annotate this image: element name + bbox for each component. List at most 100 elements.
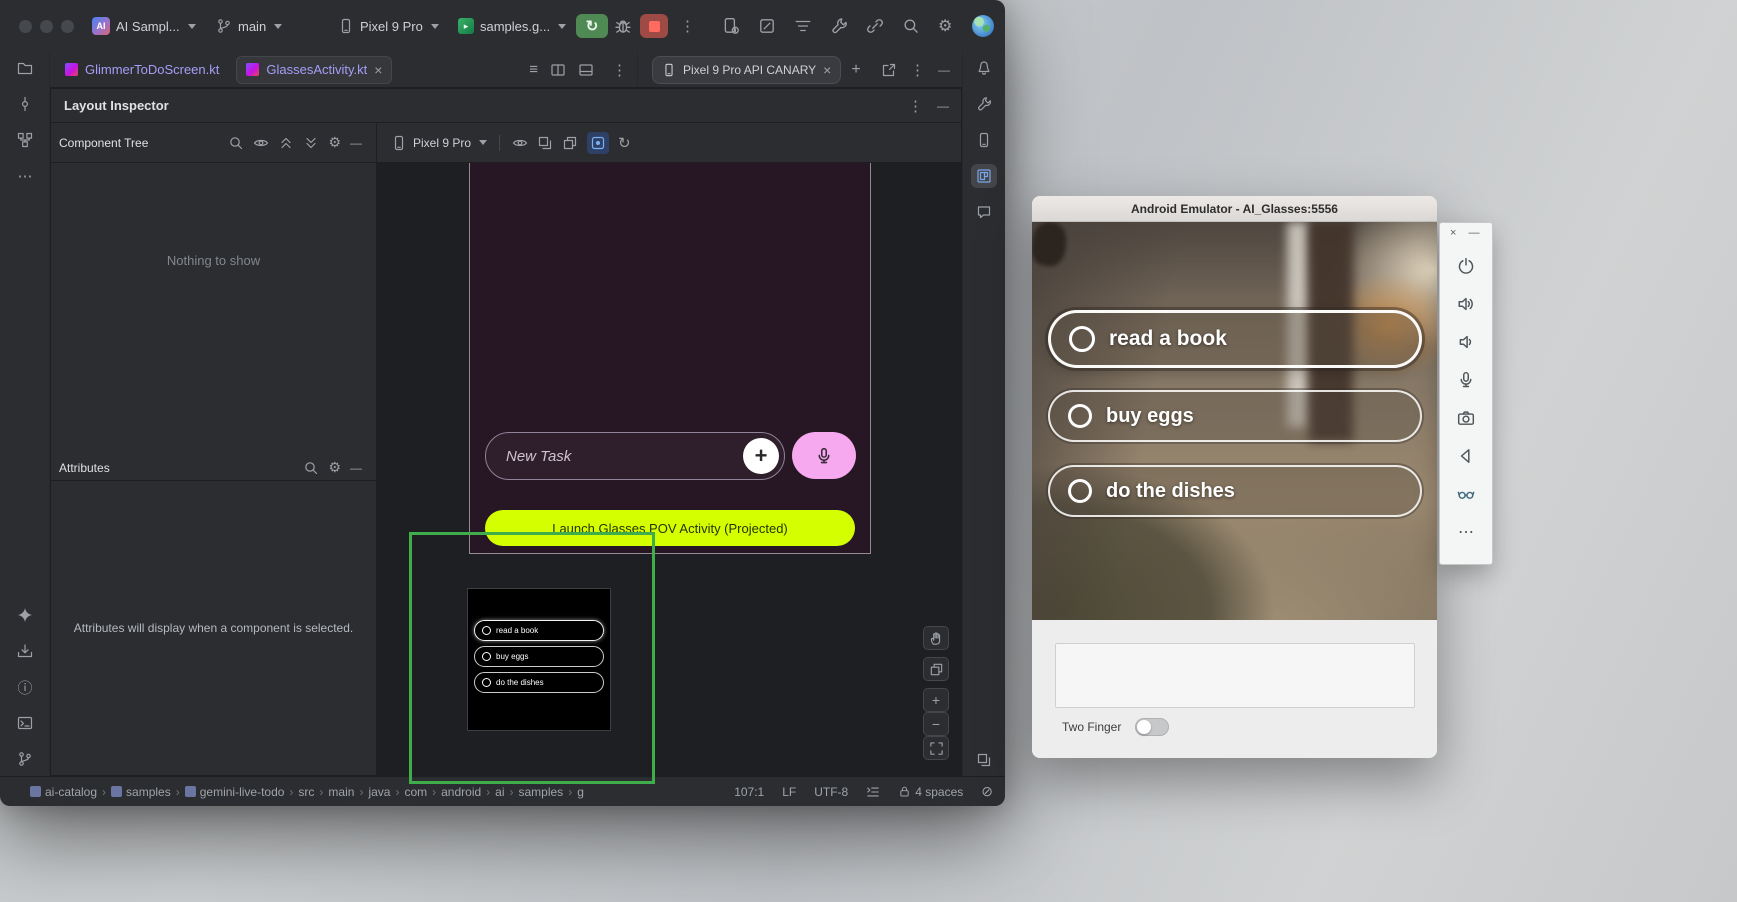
running-devices-strip-button[interactable] — [971, 748, 997, 772]
window-minimize-button[interactable] — [40, 20, 53, 33]
line-separator-widget[interactable]: LF — [782, 785, 796, 799]
editor-list-icon[interactable]: ≡ — [529, 61, 538, 78]
layout-inspector-tool-button[interactable] — [971, 164, 997, 188]
minimize-icon[interactable]: — — [937, 99, 949, 113]
project-tool-button[interactable] — [12, 56, 38, 80]
zoom-fit-button[interactable] — [923, 736, 949, 760]
close-icon[interactable]: × — [1450, 227, 1456, 239]
hide-icon[interactable]: — — [350, 461, 362, 475]
breadcrumb-item[interactable]: com — [404, 785, 427, 799]
breadcrumb-item[interactable]: samples — [111, 785, 171, 799]
gear-icon[interactable]: ⚙ — [328, 134, 341, 151]
encoding-widget[interactable]: UTF-8 — [814, 785, 848, 799]
device-selector-widget[interactable]: Pixel 9 Pro — [338, 18, 439, 34]
power-button[interactable] — [1453, 253, 1479, 279]
breadcrumb-item[interactable]: android — [441, 785, 481, 799]
feedback-tool-button[interactable] — [971, 200, 997, 224]
layers-icon[interactable] — [562, 135, 578, 151]
window-zoom-button[interactable] — [61, 20, 74, 33]
refresh-icon[interactable]: ↻ — [618, 134, 631, 152]
gradle-tool-button[interactable] — [971, 92, 997, 116]
structure-tool-button[interactable] — [12, 128, 38, 152]
microphone-button[interactable] — [1453, 367, 1479, 393]
more-vertical-icon[interactable]: ⋮ — [910, 61, 925, 79]
tab-glimmertodoscreen[interactable]: GlimmerToDoScreen.kt — [56, 56, 228, 84]
app-inspection-button[interactable] — [830, 17, 848, 35]
zoom-out-button[interactable]: − — [923, 712, 949, 736]
project-widget[interactable]: AI AI Sampl... — [92, 17, 196, 35]
stop-button[interactable] — [640, 14, 668, 38]
eye-icon[interactable] — [253, 135, 269, 151]
breadcrumb-item[interactable]: java — [368, 785, 390, 799]
camera-button[interactable] — [1453, 405, 1479, 431]
close-icon[interactable]: × — [823, 63, 831, 77]
two-finger-toggle[interactable] — [1135, 718, 1169, 736]
emulator-screen[interactable]: read a book buy eggs do the dishes — [1032, 222, 1437, 620]
search-icon[interactable] — [303, 460, 319, 476]
gear-icon[interactable]: ⚙ — [328, 459, 341, 476]
preview-layout-icon[interactable] — [578, 62, 594, 78]
problems-tool-button[interactable]: ⓘ — [12, 675, 38, 699]
add-device-button[interactable]: + — [851, 61, 860, 79]
run-config-widget[interactable]: ▸ samples.g... — [458, 18, 566, 34]
emulator-input-box[interactable] — [1055, 643, 1415, 708]
glasses-mode-button[interactable] — [1453, 481, 1479, 507]
view-options-eye-icon[interactable] — [512, 135, 528, 151]
profile-avatar[interactable] — [972, 15, 994, 37]
tab-glassesactivity[interactable]: GlassesActivity.kt × — [236, 56, 392, 84]
inspector-canvas[interactable]: New Task + Launch Glasses POV Activity (… — [377, 163, 961, 775]
expand-all-icon[interactable] — [278, 135, 294, 151]
zoom-in-button[interactable]: + — [923, 688, 949, 712]
terminal-tool-button[interactable] — [12, 711, 38, 735]
breadcrumb-item[interactable]: samples — [519, 785, 564, 799]
snapshot-icon[interactable] — [537, 135, 553, 151]
volume-up-button[interactable] — [1453, 291, 1479, 317]
minimize-icon[interactable]: — — [938, 63, 950, 77]
more-options-button[interactable]: ⋯ — [1453, 519, 1479, 545]
search-everywhere-button[interactable] — [902, 17, 920, 35]
component-tree-area[interactable]: Nothing to show — [51, 163, 376, 455]
open-in-window-icon[interactable] — [881, 62, 897, 78]
breadcrumb-item[interactable]: src — [298, 785, 314, 799]
rendered-app-screen[interactable]: New Task + Launch Glasses POV Activity (… — [469, 163, 871, 554]
more-vertical-icon[interactable]: ⋮ — [908, 97, 923, 115]
version-control-tool-button[interactable] — [12, 747, 38, 771]
logcat-button[interactable] — [794, 17, 812, 35]
rerun-button[interactable]: ↻ — [576, 14, 608, 38]
minimize-icon[interactable]: — — [1468, 227, 1479, 239]
commit-tool-button[interactable] — [12, 92, 38, 116]
live-updates-toggle[interactable] — [587, 132, 609, 154]
inspections-widget[interactable]: ⊘ — [981, 783, 993, 800]
layer-mode-button[interactable] — [923, 657, 949, 681]
pan-mode-button[interactable] — [923, 626, 949, 650]
caret-position-widget[interactable]: 107:1 — [734, 785, 764, 799]
collapse-all-icon[interactable] — [303, 135, 319, 151]
edit-tool-button[interactable] — [758, 17, 776, 35]
indent-widget-icon[interactable] — [866, 785, 880, 799]
breadcrumb-item[interactable]: main — [328, 785, 354, 799]
run-more-options[interactable]: ⋮ — [680, 17, 695, 35]
search-icon[interactable] — [228, 135, 244, 151]
breadcrumb-item[interactable]: gemini-live-todo — [185, 785, 285, 799]
more-vertical-icon[interactable]: ⋮ — [612, 61, 627, 79]
todo-item-pill[interactable]: do the dishes — [1048, 465, 1422, 517]
breadcrumb-item[interactable]: g — [577, 785, 584, 799]
inspector-device-picker[interactable]: Pixel 9 Pro — [391, 135, 487, 151]
device-mirroring-button[interactable] — [866, 17, 884, 35]
vcs-branch-widget[interactable]: main — [216, 18, 282, 34]
volume-down-button[interactable] — [1453, 329, 1479, 355]
emulator-title-bar[interactable]: Android Emulator - AI_Glasses:5556 — [1032, 196, 1437, 222]
indent-widget[interactable]: 4 spaces — [898, 785, 963, 799]
todo-item-pill[interactable]: buy eggs — [1048, 390, 1422, 442]
running-device-tab[interactable]: Pixel 9 Pro API CANARY × — [652, 56, 841, 84]
more-tools-button[interactable]: ⋯ — [12, 164, 38, 188]
hide-icon[interactable]: — — [350, 136, 362, 150]
debug-button[interactable] — [614, 17, 632, 35]
split-editor-icon[interactable] — [550, 62, 566, 78]
todo-item-pill[interactable]: read a book — [1048, 310, 1422, 368]
close-icon[interactable]: × — [374, 63, 382, 77]
device-manager-button[interactable] — [722, 17, 740, 35]
settings-button[interactable]: ⚙ — [938, 16, 952, 36]
device-explorer-button[interactable] — [971, 128, 997, 152]
notifications-button[interactable] — [971, 56, 997, 80]
